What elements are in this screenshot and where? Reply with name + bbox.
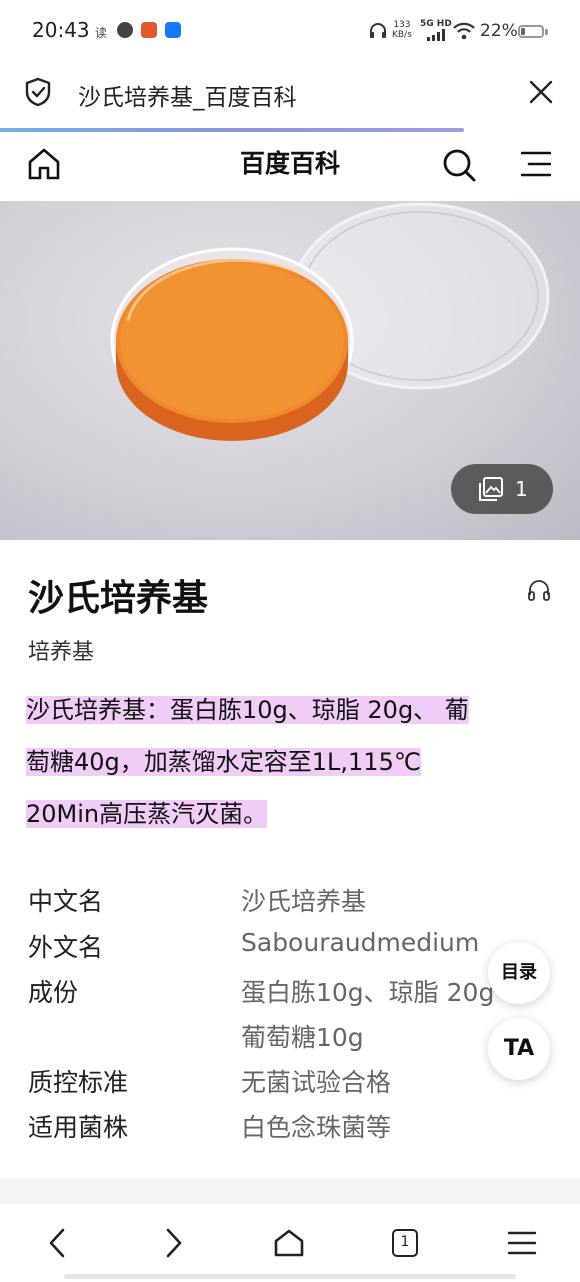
info-label: 外文名 bbox=[28, 933, 104, 962]
article-title: 沙氏培养基 bbox=[28, 578, 209, 619]
net-speed-unit: KB/s bbox=[392, 30, 412, 40]
gallery-count: 1 bbox=[515, 477, 528, 501]
home-icon[interactable] bbox=[273, 1228, 305, 1258]
forward-icon[interactable] bbox=[164, 1228, 184, 1258]
home-indicator bbox=[64, 1274, 516, 1279]
app-notification-icon bbox=[141, 22, 157, 38]
status-read-label: 读 bbox=[95, 26, 108, 40]
close-icon[interactable] bbox=[529, 80, 553, 104]
battery-percent: 22% bbox=[480, 21, 518, 41]
net-speed: 133 KB/s bbox=[392, 20, 412, 40]
headphones-icon bbox=[370, 23, 386, 38]
info-value: 沙氏培养基 bbox=[241, 887, 367, 916]
article-subtitle: 培养基 bbox=[28, 640, 95, 665]
battery-icon bbox=[518, 25, 544, 38]
info-value: 白色念珠菌等 bbox=[241, 1113, 392, 1142]
menu-icon[interactable] bbox=[521, 150, 551, 178]
tabs-button[interactable]: 1 bbox=[392, 1229, 418, 1257]
summary-line: 20Min高压蒸汽灭菌。 bbox=[26, 800, 268, 828]
section-divider bbox=[0, 1178, 580, 1204]
summary-line: 沙氏培养基：蛋白胨10g、琼脂 20g、 葡 bbox=[26, 696, 469, 724]
summary-line: 萄糖40g，加蒸馏水定容至1L,115℃ bbox=[26, 748, 421, 776]
gallery-badge[interactable] bbox=[451, 464, 553, 514]
battery-tip bbox=[545, 29, 548, 35]
page-load-progress bbox=[0, 128, 464, 132]
site-brand[interactable]: 百度百科 bbox=[0, 144, 580, 180]
headphones-icon[interactable] bbox=[527, 578, 551, 602]
info-value: 无菌试验合格 bbox=[241, 1068, 392, 1097]
info-label: 中文名 bbox=[28, 887, 104, 916]
app-notification-icon bbox=[117, 22, 133, 38]
font-size-button[interactable]: TA bbox=[488, 1018, 550, 1080]
info-label: 适用菌株 bbox=[28, 1113, 129, 1142]
search-icon[interactable] bbox=[442, 148, 476, 182]
back-icon[interactable] bbox=[47, 1228, 67, 1258]
wifi-icon bbox=[453, 22, 475, 40]
net-speed-value: 133 bbox=[393, 20, 411, 30]
info-value: Sabouraudmedium bbox=[241, 928, 480, 957]
signal-icon bbox=[427, 29, 445, 41]
info-label: 成份 bbox=[28, 978, 79, 1007]
page-title: 沙氏培养基_百度百科 bbox=[78, 85, 297, 111]
alipay-notification-icon bbox=[165, 22, 181, 38]
battery-level bbox=[521, 28, 525, 35]
network-type: 5G HD bbox=[420, 19, 452, 29]
article-summary: 沙氏培养基：蛋白胨10g、琼脂 20g、 葡 萄糖40g，加蒸馏水定容至1L,1… bbox=[26, 684, 554, 840]
menu-icon[interactable] bbox=[507, 1230, 537, 1256]
info-value: 蛋白胨10g、琼脂 20g bbox=[241, 978, 495, 1007]
shield-check-icon[interactable] bbox=[24, 77, 52, 107]
toc-button[interactable]: 目录 bbox=[488, 942, 550, 1004]
gallery-icon bbox=[479, 477, 503, 501]
status-time: 20:43 bbox=[32, 18, 90, 42]
info-label: 质控标准 bbox=[28, 1068, 129, 1097]
info-value: 葡萄糖10g bbox=[241, 1023, 364, 1052]
